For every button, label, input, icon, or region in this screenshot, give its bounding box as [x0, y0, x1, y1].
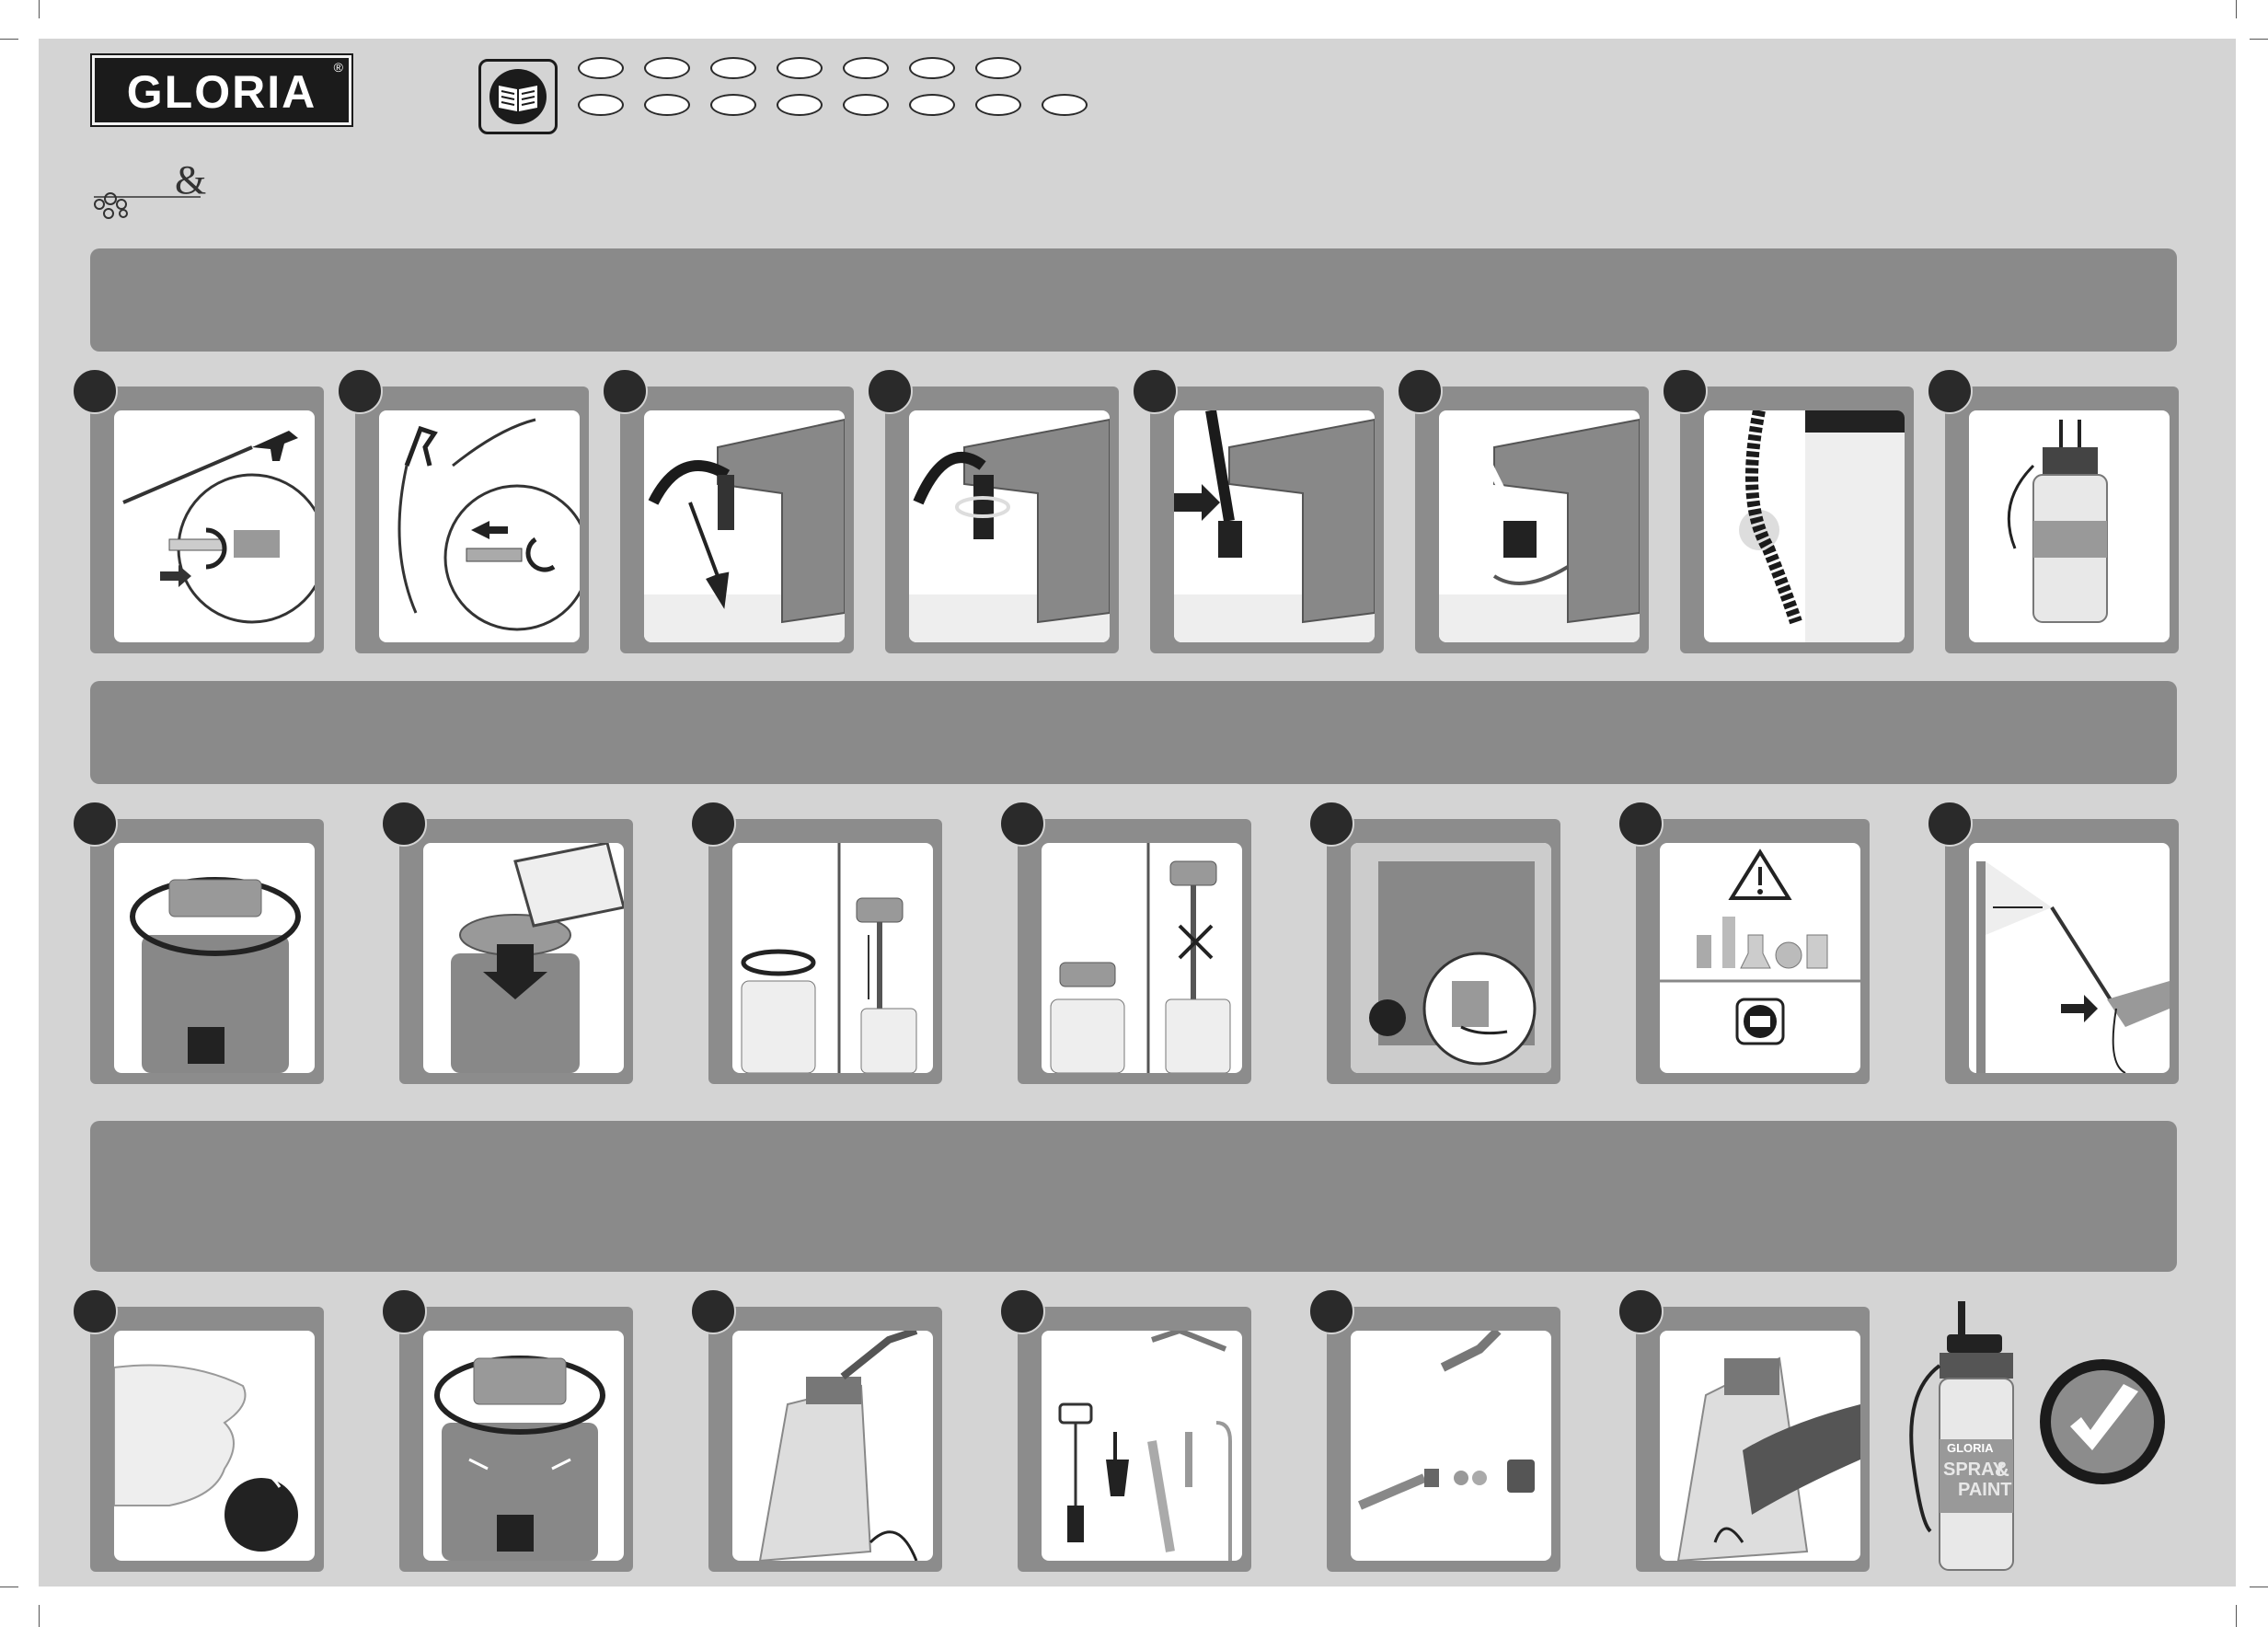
step-number	[1927, 368, 1973, 414]
step-number	[1618, 1288, 1664, 1334]
logo-text: GLORIA	[126, 66, 317, 118]
language-oval	[710, 57, 756, 79]
language-oval	[975, 94, 1021, 116]
open-book-icon	[478, 59, 558, 134]
step-number	[690, 1288, 736, 1334]
step-number	[1927, 801, 1973, 847]
step-number	[867, 368, 913, 414]
language-oval	[710, 94, 756, 116]
crop-mark	[2236, 0, 2237, 18]
language-oval	[909, 57, 955, 79]
spray-paint-icon: &	[90, 157, 228, 226]
step-number	[72, 368, 118, 414]
language-oval	[578, 57, 624, 79]
cleaning-step-1	[72, 1288, 324, 1572]
language-oval	[644, 57, 690, 79]
language-oval	[975, 57, 1021, 79]
assembly-step-2	[337, 368, 589, 653]
cleaning-step-4	[999, 1288, 1251, 1572]
crop-mark	[39, 1605, 40, 1627]
step-number	[1132, 368, 1178, 414]
language-oval	[644, 94, 690, 116]
language-oval	[578, 94, 624, 116]
step-number	[1662, 368, 1708, 414]
cleaning-step-3	[690, 1288, 942, 1572]
product-label-amp: &	[1995, 1458, 2009, 1481]
product-brand: GLORIA	[1947, 1441, 1994, 1455]
step-number	[1618, 801, 1664, 847]
language-oval	[777, 94, 823, 116]
assembly-step-4	[867, 368, 1119, 653]
crop-mark	[39, 0, 40, 18]
ampersand: &	[175, 157, 207, 202]
operation-step-3	[690, 801, 942, 1084]
assembly-step-7	[1662, 368, 1914, 653]
operation-step-4	[999, 801, 1251, 1084]
operation-step-5	[1308, 801, 1560, 1084]
operation-step-7	[1927, 801, 2179, 1084]
crop-mark	[2236, 1605, 2237, 1627]
language-oval	[909, 94, 955, 116]
assembly-step-5	[1132, 368, 1384, 653]
step-number	[1397, 368, 1443, 414]
language-oval	[1042, 94, 1088, 116]
assembly-step-1	[72, 368, 324, 653]
warning-triangle-icon	[1728, 848, 1792, 900]
step-number	[72, 801, 118, 847]
sprayer-product-image: GLORIA SPRAY & PAINT	[1903, 1301, 2050, 1577]
step-number	[999, 801, 1045, 847]
crop-mark	[2250, 39, 2268, 40]
crop-mark	[0, 39, 18, 40]
language-oval	[777, 57, 823, 79]
step-number	[381, 801, 427, 847]
cleaning-step-5	[1308, 1288, 1560, 1572]
assembly-step-8	[1927, 368, 2179, 653]
step-number	[690, 801, 736, 847]
assembly-step-3	[602, 368, 854, 653]
operation-step-1	[72, 801, 324, 1084]
cleaning-banner	[90, 1121, 2177, 1272]
language-oval	[843, 57, 889, 79]
open-book-icon	[1735, 998, 1785, 1045]
operation-step-2	[381, 801, 633, 1084]
step-number	[72, 1288, 118, 1334]
operation-step-6	[1618, 801, 1870, 1084]
operation-banner	[90, 681, 2177, 784]
step-number	[1308, 1288, 1354, 1334]
cleaning-step-2	[381, 1288, 633, 1572]
step-number	[999, 1288, 1045, 1334]
cleaning-step-6	[1618, 1288, 1870, 1572]
checkmark-icon	[2035, 1355, 2170, 1489]
gloria-logo: GLORIA ®	[90, 53, 353, 127]
registered-mark: ®	[333, 60, 343, 75]
step-number	[337, 368, 383, 414]
product-label-line2: PAINT	[1958, 1480, 2012, 1500]
step-number	[1308, 801, 1354, 847]
assembly-step-6	[1397, 368, 1649, 653]
step-number	[602, 368, 648, 414]
language-oval	[843, 94, 889, 116]
step-number	[381, 1288, 427, 1334]
assembly-banner	[90, 248, 2177, 352]
